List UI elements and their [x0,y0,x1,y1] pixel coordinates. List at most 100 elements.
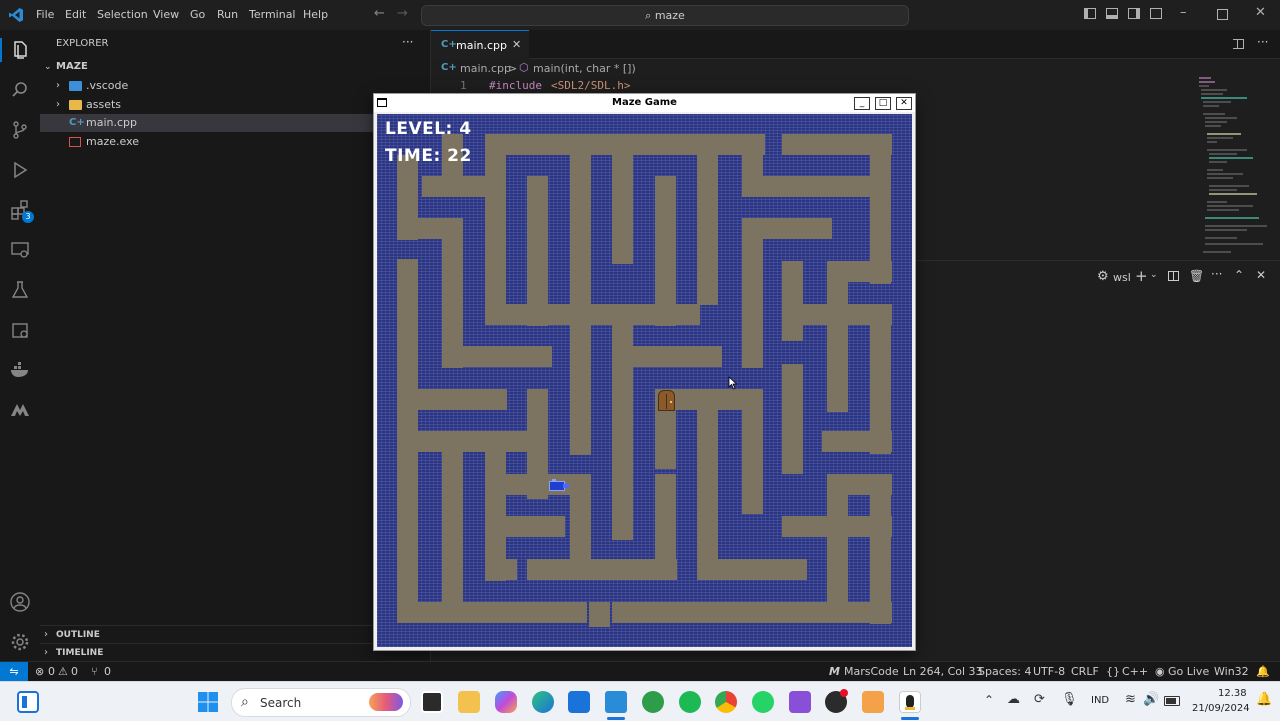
volume-icon[interactable]: 🔊 [1143,692,1159,707]
outline-section-header[interactable]: › OUTLINE [40,625,430,644]
file-encoding[interactable]: UTF-8 [1033,665,1065,678]
close-icon[interactable]: ✕ [1255,5,1266,20]
errors-icon[interactable]: ⊗ [35,665,44,678]
search-view-icon[interactable] [9,79,31,101]
minimap[interactable] [1197,76,1269,256]
maze-window-titlebar[interactable]: Maze Game _ □ ✕ [374,94,915,112]
maze-canvas[interactable]: LEVEL: 4 TIME: 22 [377,114,912,647]
maps-icon[interactable] [642,691,664,713]
microphone-icon[interactable]: 🎙 [1061,692,1078,707]
maze-maximize-button[interactable]: □ [875,97,891,110]
menu-terminal[interactable]: Terminal [249,8,296,21]
ports-count[interactable]: 0 [104,665,111,678]
copilot-icon[interactable] [495,691,517,713]
edge-browser-icon[interactable] [532,691,554,713]
linux-penguin-icon[interactable] [899,691,921,713]
docker-icon[interactable] [9,359,31,381]
toggle-panel-icon[interactable] [1106,8,1118,19]
menu-file[interactable]: File [36,8,54,21]
tree-item-maze-exe[interactable]: maze.exe [40,133,430,151]
source-control-icon[interactable] [9,119,31,141]
clock-date[interactable]: 21/09/2024 [1192,703,1250,714]
platform[interactable]: Win32 [1214,665,1249,678]
maze-game-window[interactable]: Maze Game _ □ ✕ LEVEL: 4 TIME: 22 [373,93,916,651]
marscode-status[interactable]: MarsCode [844,665,899,678]
microsoft-store-icon[interactable] [568,691,590,713]
wifi-icon[interactable]: ≋ [1125,692,1136,707]
chevron-up-icon[interactable]: ⌃ [984,693,994,707]
more-actions-icon[interactable]: ··· [1257,35,1268,49]
testing-icon[interactable] [9,279,31,301]
container-tools-icon[interactable] [9,319,31,341]
run-debug-icon[interactable] [9,159,31,181]
new-terminal-icon[interactable]: + [1135,267,1148,285]
maximize-panel-icon[interactable]: ⌃ [1234,268,1244,282]
bell-icon[interactable]: 🔔 [1256,665,1270,678]
input-language[interactable]: IND [1091,695,1109,706]
tree-item-vscode[interactable]: › .vscode [40,77,430,95]
split-terminal-icon[interactable] [1168,271,1179,281]
onedrive-icon[interactable]: ☁ [1007,692,1020,707]
windows-start-icon[interactable] [197,691,219,713]
explorer-icon[interactable] [9,39,31,61]
remote-explorer-icon[interactable] [9,239,31,261]
whatsapp-icon[interactable] [752,691,774,713]
marscode-icon[interactable] [9,399,31,421]
end-of-line[interactable]: CRLF [1071,665,1099,678]
menu-selection[interactable]: Selection [97,8,148,21]
breadcrumb-symbol[interactable]: main(int, char * []) [533,62,636,75]
menu-view[interactable]: View [153,8,179,21]
maximize-icon[interactable] [1217,9,1228,20]
task-view-icon[interactable] [421,691,443,713]
terminal-name[interactable]: wsl [1113,271,1131,284]
warnings-count[interactable]: 0 [71,665,78,678]
minimize-icon[interactable]: – [1180,5,1187,20]
warnings-icon[interactable]: ⚠ [58,665,68,678]
vscode-taskbar-icon[interactable] [605,691,627,713]
tree-item-assets[interactable]: › assets [40,96,430,114]
close-panel-icon[interactable]: ✕ [1256,268,1266,282]
file-explorer-icon[interactable] [458,691,480,713]
back-arrow-icon[interactable]: ← [374,6,385,21]
spotify-icon[interactable] [679,691,701,713]
battery-icon[interactable] [1164,696,1180,706]
sync-icon[interactable]: ⟳ [1034,692,1045,707]
toggle-primary-sidebar-icon[interactable] [1084,8,1096,19]
folder-header-maze[interactable]: ⌄ MAZE [40,58,430,76]
account-icon[interactable] [9,591,31,613]
tab-close-icon[interactable]: ✕ [512,38,521,51]
more-actions-icon[interactable]: ··· [1211,267,1222,281]
tree-item-main-cpp[interactable]: C+ main.cpp [40,114,430,132]
gear-icon[interactable] [9,631,31,653]
more-actions-icon[interactable]: ··· [402,35,413,49]
vscode-logo-icon[interactable] [8,7,24,23]
visual-studio-icon[interactable] [789,691,811,713]
errors-count[interactable]: 0 [48,665,55,678]
toggle-secondary-sidebar-icon[interactable] [1128,8,1140,19]
timeline-section-header[interactable]: › TIMELINE [40,643,430,662]
clock-time[interactable]: 12.38 [1218,688,1247,699]
split-editor-icon[interactable] [1233,39,1244,49]
notification-bell-icon[interactable]: 🔔 [1256,692,1272,707]
menu-edit[interactable]: Edit [65,8,86,21]
menu-help[interactable]: Help [303,8,328,21]
maze-app-icon[interactable] [862,691,884,713]
tab-main-cpp[interactable]: C+ main.cpp ✕ [431,30,529,59]
widgets-icon[interactable] [17,691,39,713]
customize-layout-icon[interactable] [1150,8,1162,19]
command-center-search[interactable]: ⌕ maze [421,5,909,26]
chevron-down-icon[interactable]: ⌄ [1150,270,1158,280]
menu-run[interactable]: Run [217,8,238,21]
language-mode[interactable]: C++ [1122,665,1148,678]
remote-indicator-icon[interactable]: ⇋ [0,662,28,682]
taskbar-search-box[interactable]: ⌕ Search [231,688,411,717]
indentation[interactable]: Spaces: 4 [978,665,1031,678]
forward-arrow-icon[interactable]: → [397,6,408,21]
trash-icon[interactable]: 🗑 [1189,269,1204,283]
breadcrumb-file[interactable]: main.cpp [460,62,511,75]
menu-go[interactable]: Go [190,8,205,21]
go-live-button[interactable]: Go Live [1168,665,1209,678]
cursor-position[interactable]: Ln 264, Col 33 [903,665,983,678]
maze-minimize-button[interactable]: _ [854,97,870,110]
maze-close-button[interactable]: ✕ [896,97,912,110]
